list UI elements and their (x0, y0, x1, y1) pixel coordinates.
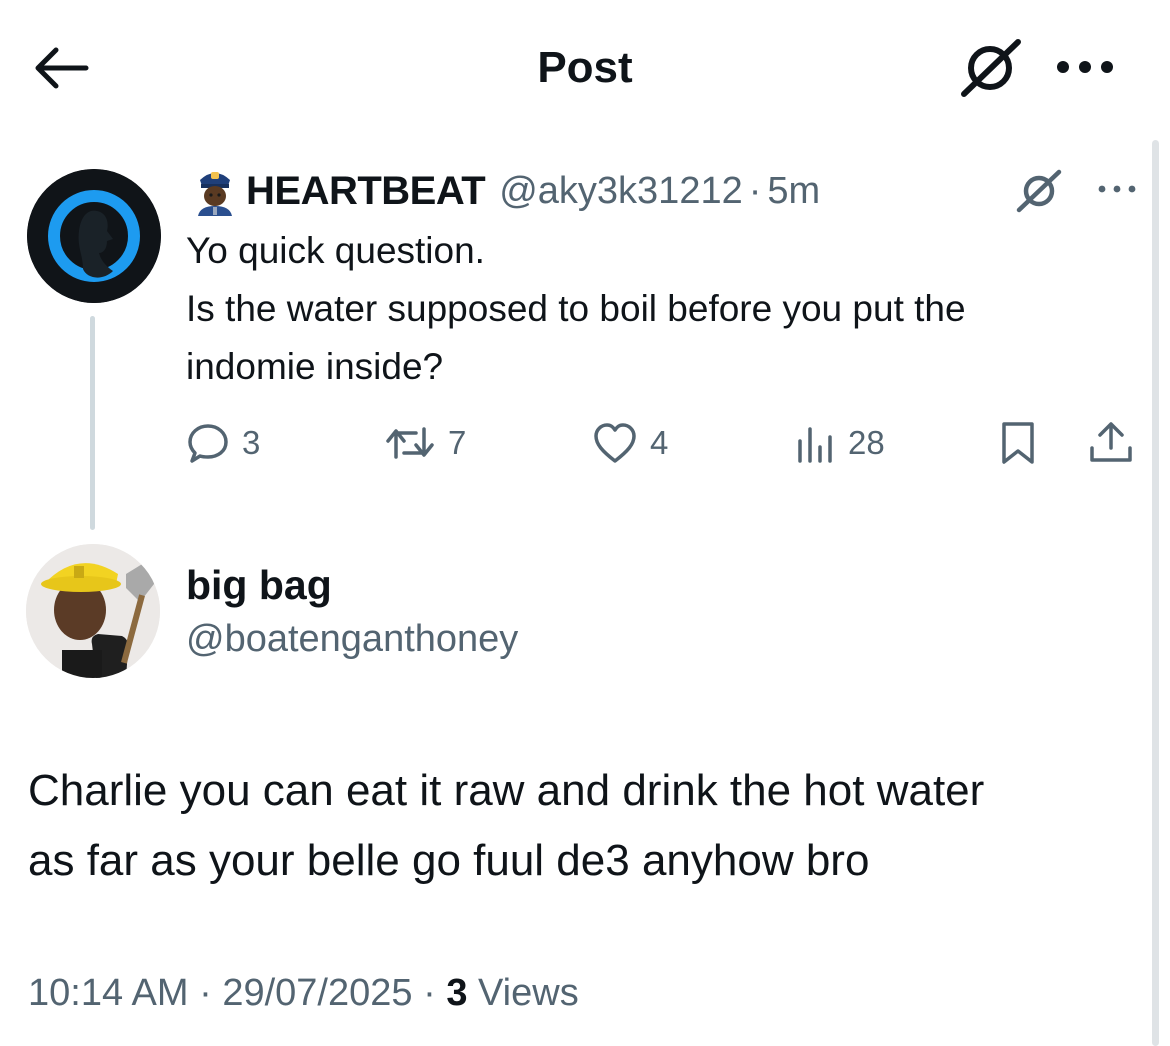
views-label: Views (478, 972, 579, 1014)
grok-icon[interactable] (1013, 168, 1065, 214)
quoted-author-name[interactable]: HEARTBEAT (246, 169, 486, 214)
post-date[interactable]: 29/07/2025 (222, 972, 412, 1014)
thread-line (90, 316, 95, 530)
share-icon[interactable] (1086, 418, 1136, 468)
author-name[interactable]: big bag (186, 560, 332, 610)
reply-button[interactable]: 3 (186, 418, 260, 468)
bookmark-icon[interactable] (998, 418, 1038, 468)
repost-icon (384, 421, 436, 465)
police-officer-emoji-icon (192, 166, 238, 216)
post-metadata: 10:14 AM · 29/07/2025 · 3 Views (28, 966, 579, 1020)
like-count: 4 (650, 424, 669, 461)
grok-icon[interactable] (956, 36, 1024, 100)
text-line: indomie inside? (186, 346, 444, 387)
views-button[interactable]: 28 (796, 418, 885, 468)
post-text: Charlie you can eat it raw and drink the… (28, 756, 1148, 896)
text-line: as far as your belle go fuul de3 anyhow … (28, 836, 870, 885)
repost-button[interactable]: 7 (384, 418, 466, 468)
post-time[interactable]: 10:14 AM (28, 972, 189, 1014)
scrollbar[interactable] (1152, 140, 1159, 1046)
views-total: 3 (446, 972, 468, 1014)
like-button[interactable]: 4 (592, 418, 668, 468)
more-options-icon[interactable] (1096, 180, 1138, 198)
heart-icon (592, 421, 638, 465)
reply-icon (186, 421, 230, 465)
text-line: Charlie you can eat it raw and drink the… (28, 766, 985, 815)
meta-separator: · (199, 972, 212, 1014)
bar-chart-icon (796, 421, 836, 465)
quoted-timestamp[interactable]: 5m (767, 170, 820, 213)
quoted-author-row[interactable]: HEARTBEAT @aky3k31212 · 5m (192, 166, 820, 216)
meta-separator: · (748, 169, 762, 212)
quoted-author-handle[interactable]: @aky3k31212 (499, 170, 743, 213)
text-line: Is the water supposed to boil before you… (186, 288, 966, 329)
repost-count: 7 (448, 424, 467, 461)
avatar[interactable] (26, 544, 160, 678)
avatar[interactable] (27, 169, 161, 303)
more-options-icon[interactable] (1054, 54, 1116, 80)
quoted-post-text: Yo quick question. Is the water supposed… (186, 222, 1146, 396)
reply-count: 3 (242, 424, 261, 461)
text-line: Yo quick question. (186, 230, 485, 271)
author-handle[interactable]: @boatenganthoney (186, 614, 518, 664)
meta-separator: · (423, 972, 436, 1014)
views-count: 28 (848, 424, 885, 461)
